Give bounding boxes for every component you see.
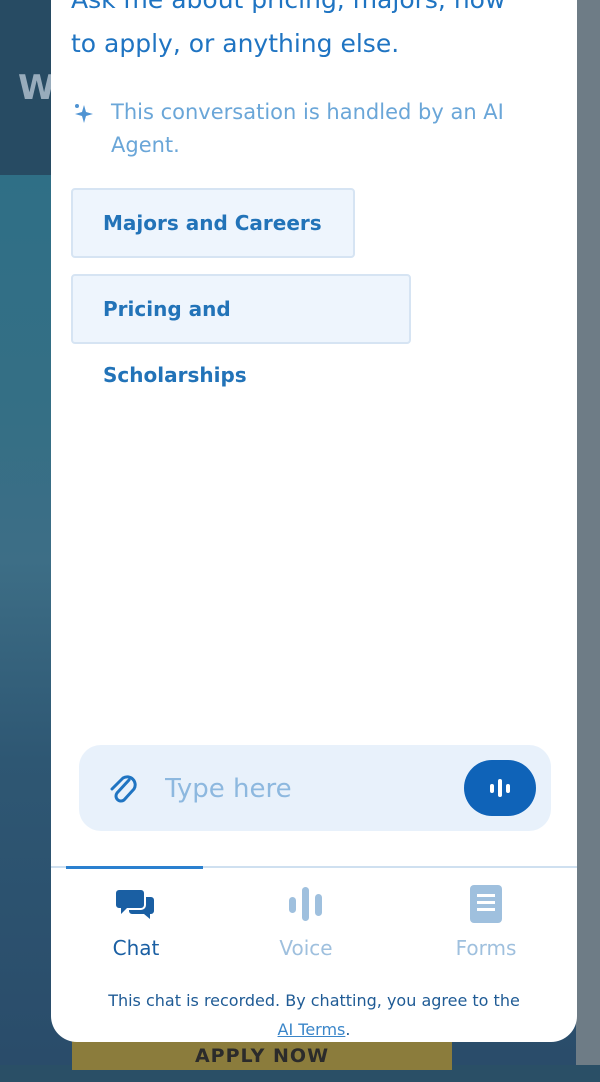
voice-wave-icon [490, 779, 510, 797]
tab-forms[interactable]: Forms [401, 882, 571, 960]
suggestion-pricing-scholarships[interactable]: Pricing and Scholarships [71, 274, 411, 387]
intro-line-1: Ask me about pricing, majors, how [71, 0, 561, 22]
disclaimer-text: This chat is recorded. By chatting, you … [108, 991, 520, 1010]
document-icon [401, 882, 571, 926]
paperclip-icon[interactable] [107, 772, 139, 808]
ai-agent-notice: This conversation is handled by an AI Ag… [73, 96, 553, 162]
intro-message: Ask me about pricing, majors, how to app… [71, 0, 561, 66]
intro-line-2: to apply, or anything else. [71, 29, 400, 58]
chat-bubbles-icon [51, 882, 221, 926]
sparkle-icon [73, 96, 111, 162]
tab-voice-label: Voice [279, 936, 333, 960]
voice-bars-icon [221, 882, 391, 926]
tab-chat[interactable]: Chat [51, 882, 221, 960]
active-tab-indicator [66, 866, 203, 869]
tab-chat-label: Chat [112, 936, 160, 960]
ai-terms-link[interactable]: AI Terms [278, 1020, 346, 1039]
recording-disclaimer: This chat is recorded. By chatting, you … [61, 986, 567, 1042]
ai-notice-text: This conversation is handled by an AI Ag… [111, 100, 504, 157]
voice-input-button[interactable] [464, 760, 536, 816]
message-input[interactable] [163, 765, 447, 813]
message-composer [79, 745, 551, 831]
disclaimer-period: . [345, 1020, 351, 1039]
tab-forms-label: Forms [455, 936, 517, 960]
site-logo: W [18, 68, 56, 108]
tab-voice[interactable]: Voice [221, 882, 391, 960]
background-scrim [576, 0, 600, 1065]
chat-panel: Ask me about pricing, majors, how to app… [51, 0, 577, 1042]
suggestion-majors-careers[interactable]: Majors and Careers [71, 188, 355, 258]
